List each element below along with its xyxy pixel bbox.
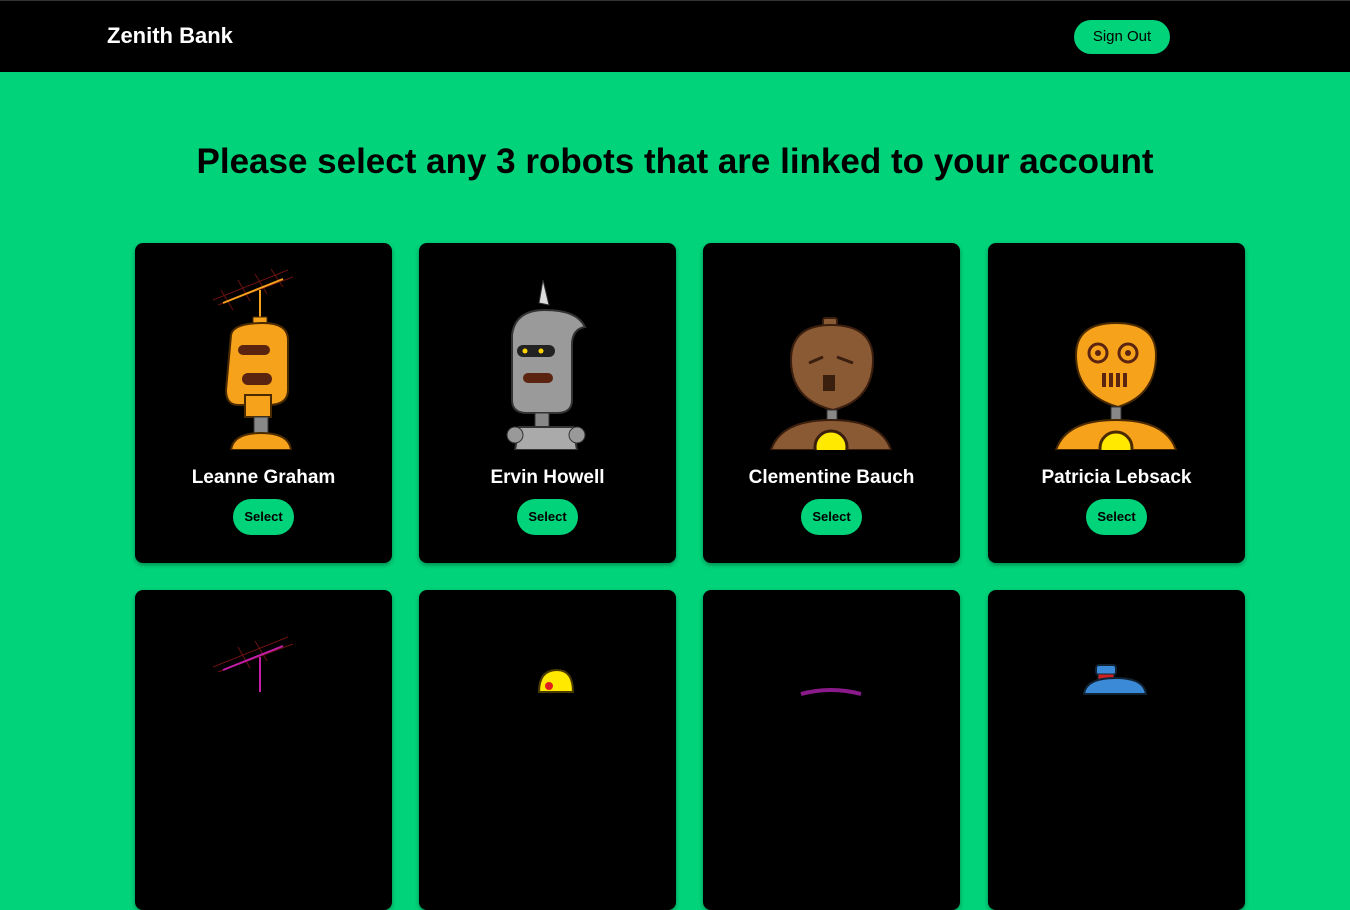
brand-logo-text[interactable]: Zenith Bank	[107, 23, 233, 49]
top-navbar: Zenith Bank Sign Out	[0, 0, 1350, 72]
select-button[interactable]: Select	[233, 499, 294, 535]
robot-card: Leanne Graham Select	[135, 243, 392, 563]
robot-card: Clementine Bauch Select	[703, 243, 960, 563]
robot-card	[703, 590, 960, 910]
robot-card: Patricia Lebsack Select	[988, 243, 1245, 563]
robot-avatar-orange-round	[1054, 321, 1178, 450]
robot-avatar-brown	[769, 317, 893, 450]
page-title: Please select any 3 robots that are link…	[196, 142, 1154, 181]
robot-name: Clementine Bauch	[748, 467, 915, 488]
robot-card: Ervin Howell Select	[419, 243, 676, 563]
robot-avatar-silver-horn	[506, 279, 587, 450]
robot-avatar-orange-antenna	[212, 268, 294, 450]
robot-card	[988, 590, 1245, 910]
robot-name: Patricia Lebsack	[1041, 467, 1192, 488]
robot-avatar-blue	[1082, 664, 1148, 695]
robot-card	[419, 590, 676, 910]
robot-name: Ervin Howell	[490, 467, 605, 488]
robot-avatar-purple	[800, 688, 862, 696]
select-button[interactable]: Select	[1086, 499, 1147, 535]
robot-avatar-yellow	[537, 668, 575, 693]
select-button[interactable]: Select	[517, 499, 578, 535]
select-button[interactable]: Select	[801, 499, 862, 535]
robot-name: Leanne Graham	[191, 467, 336, 488]
robot-card	[135, 590, 392, 910]
robot-avatar-magenta-antenna	[212, 636, 294, 692]
sign-out-button[interactable]: Sign Out	[1074, 20, 1170, 54]
